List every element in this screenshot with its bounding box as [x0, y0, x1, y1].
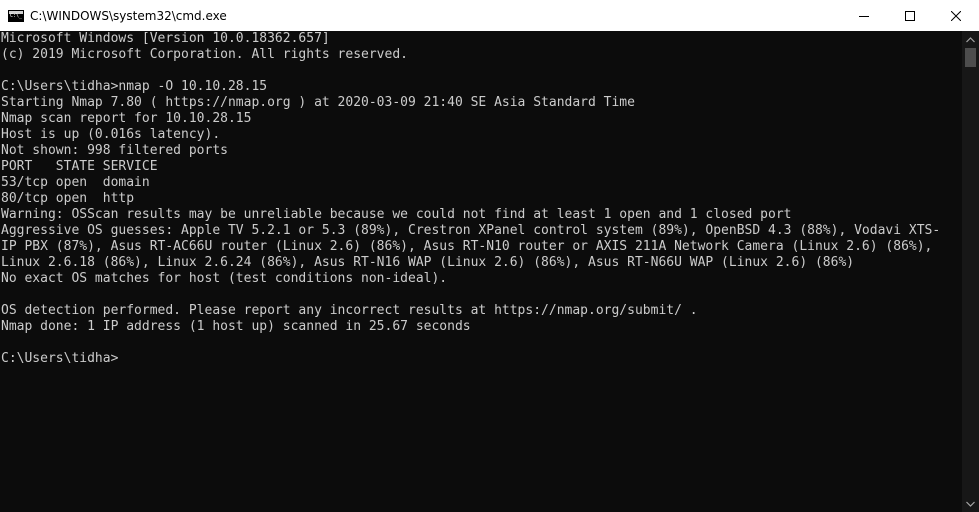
window-title: C:\WINDOWS\system32\cmd.exe: [30, 8, 227, 23]
console-line: Not shown: 998 filtered ports: [1, 143, 228, 158]
console-line: C:\Users\tidha>nmap -O 10.10.28.15: [1, 79, 268, 94]
console-line: Starting Nmap 7.80 ( https://nmap.org ) …: [1, 95, 635, 110]
console-line: Host is up (0.016s latency).: [1, 127, 221, 142]
scroll-thumb[interactable]: [965, 48, 976, 67]
title-bar[interactable]: C:\WINDOWS\system32\cmd.exe: [0, 0, 979, 31]
vertical-scrollbar[interactable]: [962, 31, 979, 512]
console-output[interactable]: Microsoft Windows [Version 10.0.18362.65…: [0, 31, 962, 512]
console-line: No exact OS matches for host (test condi…: [1, 271, 448, 286]
console-line: 53/tcp open domain: [1, 175, 150, 190]
console-line: Nmap done: 1 IP address (1 host up) scan…: [1, 319, 471, 334]
chevron-up-icon: [966, 36, 975, 42]
console-line: Aggressive OS guesses: Apple TV 5.2.1 or…: [1, 223, 941, 238]
console-line: PORT STATE SERVICE: [1, 159, 158, 174]
console-line: Linux 2.6.18 (86%), Linux 2.6.24 (86%), …: [1, 255, 855, 270]
maximize-button[interactable]: [887, 0, 933, 31]
console-line: OS detection performed. Please report an…: [1, 303, 698, 318]
cmd-icon[interactable]: [8, 9, 24, 22]
close-icon: [951, 10, 961, 21]
console-line: Nmap scan report for 10.10.28.15: [1, 111, 252, 126]
minimize-icon: [859, 15, 869, 17]
maximize-icon: [905, 10, 915, 21]
cmd-window: C:\WINDOWS\system32\cmd.exe Microsoft Wi…: [0, 0, 979, 512]
console-line: 80/tcp open http: [1, 191, 135, 206]
console-line: Microsoft Windows [Version 10.0.18362.65…: [1, 31, 330, 46]
minimize-button[interactable]: [841, 0, 887, 31]
console-line: C:\Users\tidha>: [1, 351, 119, 366]
close-button[interactable]: [933, 0, 979, 31]
console-line: Warning: OSScan results may be unreliabl…: [1, 207, 792, 222]
chevron-down-icon: [966, 501, 975, 507]
scroll-down-button[interactable]: [962, 495, 979, 512]
console-line: (c) 2019 Microsoft Corporation. All righ…: [1, 47, 408, 62]
scroll-up-button[interactable]: [962, 31, 979, 48]
console-line: IP PBX (87%), Asus RT-AC66U router (Linu…: [1, 239, 933, 254]
